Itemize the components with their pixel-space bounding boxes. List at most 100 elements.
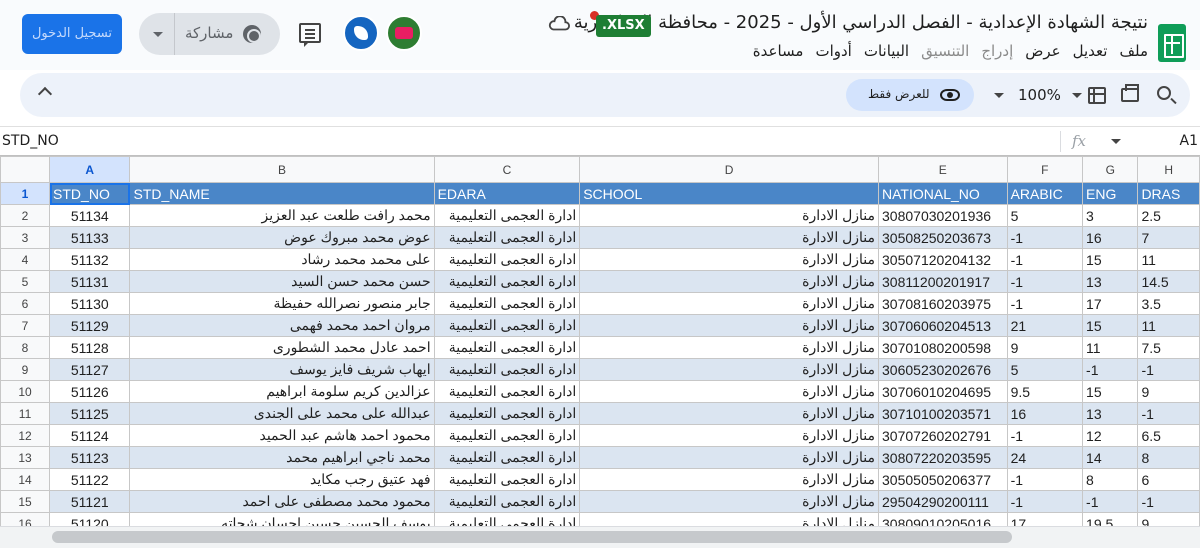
scrollbar-thumb[interactable]	[52, 531, 1012, 543]
cell[interactable]: 13	[1082, 402, 1139, 425]
cell[interactable]: مروان احمد محمد فهمى	[129, 314, 435, 337]
cell[interactable]: 5	[1006, 204, 1084, 227]
comments-icon[interactable]	[299, 23, 321, 47]
cell[interactable]: 5	[1006, 358, 1084, 381]
name-box[interactable]: A1	[1090, 127, 1200, 156]
cell[interactable]: حسن محمد حسن السيد	[129, 270, 435, 293]
cell[interactable]: 16	[1082, 226, 1139, 249]
row-number[interactable]: 11	[0, 402, 51, 425]
file-format-badge[interactable]: .XLSX	[596, 15, 651, 37]
column-title-cell[interactable]: ARABIC	[1006, 182, 1084, 205]
row-number[interactable]: 16	[0, 512, 51, 526]
cell[interactable]: -1	[1006, 468, 1084, 491]
row-number[interactable]: 9	[0, 358, 51, 381]
column-title-cell[interactable]: STD_NAME	[129, 182, 435, 205]
cell[interactable]: ادارة العجمى التعليمية	[433, 204, 581, 227]
cell[interactable]: منازل الادارة	[579, 424, 880, 447]
sheets-logo-icon[interactable]	[1158, 24, 1186, 62]
cell[interactable]: على محمد محمد رشاد	[129, 248, 435, 271]
cell[interactable]: 30507120204132	[878, 248, 1008, 271]
select-format-icon[interactable]	[1088, 87, 1106, 104]
mode-dropdown-icon[interactable]	[994, 93, 1004, 98]
cell[interactable]: 30605230202676	[878, 358, 1008, 381]
sign-in-button[interactable]: تسجيل الدخول	[22, 14, 122, 54]
cell[interactable]: 51133	[49, 226, 131, 249]
cell[interactable]: 15	[1082, 380, 1139, 403]
document-title[interactable]: نتيجة الشهادة الإعدادية - الفصل الدراسي …	[574, 12, 1148, 33]
cell[interactable]: منازل الادارة	[579, 292, 880, 315]
row-number[interactable]: 3	[0, 226, 51, 249]
column-title-cell[interactable]: NATIONAL_NO	[878, 182, 1008, 205]
cell[interactable]: 14.5	[1137, 270, 1200, 293]
cell[interactable]: 8	[1137, 446, 1200, 469]
cell[interactable]: 30706060204513	[878, 314, 1008, 337]
row-number[interactable]: 5	[0, 270, 51, 293]
cell[interactable]: 2.5	[1137, 204, 1200, 227]
cell[interactable]: 7	[1137, 226, 1200, 249]
cell[interactable]: جابر منصور نصرالله حفيظة	[129, 292, 435, 315]
cell[interactable]: ادارة العجمى التعليمية	[433, 336, 581, 359]
cell[interactable]: منازل الادارة	[579, 248, 880, 271]
cell[interactable]: محمد ناجي ابراهيم محمد	[129, 446, 435, 469]
column-header[interactable]: H	[1137, 156, 1200, 183]
cell[interactable]: 51129	[49, 314, 131, 337]
cell[interactable]: ايهاب شريف فايز يوسف	[129, 358, 435, 381]
column-header[interactable]: E	[878, 156, 1008, 183]
menu-item[interactable]: مساعدة	[753, 42, 804, 60]
cell[interactable]: 11	[1082, 336, 1139, 359]
cell[interactable]: 30707260202791	[878, 424, 1008, 447]
cell[interactable]: 30807030201936	[878, 204, 1008, 227]
cell[interactable]: منازل الادارة	[579, 490, 880, 513]
cell[interactable]: -1	[1006, 292, 1084, 315]
row-number[interactable]: 10	[0, 380, 51, 403]
cell[interactable]: -1	[1006, 270, 1084, 293]
cell[interactable]: 12	[1082, 424, 1139, 447]
cell[interactable]: 11	[1137, 314, 1200, 337]
cell[interactable]: 30809010205016	[878, 512, 1008, 526]
collaborator-avatar[interactable]	[386, 15, 422, 51]
cell[interactable]: ادارة العجمى التعليمية	[433, 446, 581, 469]
cell[interactable]: منازل الادارة	[579, 402, 880, 425]
cell[interactable]: 30701080200598	[878, 336, 1008, 359]
share-dropdown-icon[interactable]	[139, 13, 175, 55]
cell[interactable]: 9.5	[1006, 380, 1084, 403]
row-number[interactable]: 12	[0, 424, 51, 447]
row-number[interactable]: 7	[0, 314, 51, 337]
cell[interactable]: محمود محمد مصطفى على احمد	[129, 490, 435, 513]
cell[interactable]: ادارة العجمى التعليمية	[433, 248, 581, 271]
cell[interactable]: 51134	[49, 204, 131, 227]
column-header[interactable]: A	[49, 156, 131, 183]
cell[interactable]: 7.5	[1137, 336, 1200, 359]
cell[interactable]: -1	[1137, 490, 1200, 513]
cell[interactable]: ادارة العجمى التعليمية	[433, 292, 581, 315]
cell[interactable]: محمود احمد هاشم عبد الحميد	[129, 424, 435, 447]
chevron-up-icon[interactable]	[37, 86, 53, 102]
cell[interactable]: 51132	[49, 248, 131, 271]
menu-item[interactable]: أدوات	[815, 42, 851, 60]
cell[interactable]: 51120	[49, 512, 131, 526]
cell[interactable]: -1	[1006, 248, 1084, 271]
cell[interactable]: ادارة العجمى التعليمية	[433, 380, 581, 403]
column-header[interactable]: D	[579, 156, 880, 183]
search-icon[interactable]	[1157, 86, 1171, 100]
cell[interactable]: 14	[1082, 446, 1139, 469]
cell[interactable]: 13	[1082, 270, 1139, 293]
cloud-status-icon[interactable]	[548, 16, 570, 32]
cell[interactable]: 9	[1137, 512, 1200, 526]
cell[interactable]: منازل الادارة	[579, 468, 880, 491]
cell[interactable]: يوسف الحسين حسين احسان شحاته	[129, 512, 435, 526]
cell[interactable]: 30706010204695	[878, 380, 1008, 403]
menu-item[interactable]: البيانات	[864, 42, 909, 60]
cell[interactable]: منازل الادارة	[579, 226, 880, 249]
cell[interactable]: 9	[1006, 336, 1084, 359]
cell[interactable]: 51123	[49, 446, 131, 469]
cell[interactable]: -1	[1006, 226, 1084, 249]
cell[interactable]: عزالدين كريم سلومة ابراهيم	[129, 380, 435, 403]
cell[interactable]: 30508250203673	[878, 226, 1008, 249]
cell[interactable]: 30708160203975	[878, 292, 1008, 315]
cell[interactable]: 3.5	[1137, 292, 1200, 315]
row-number[interactable]: 4	[0, 248, 51, 271]
cell[interactable]: ادارة العجمى التعليمية	[433, 512, 581, 526]
cell[interactable]: 51127	[49, 358, 131, 381]
cell[interactable]: 51122	[49, 468, 131, 491]
